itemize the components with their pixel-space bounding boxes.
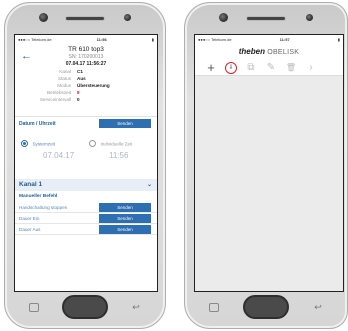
toolbar: + ⇩ ⧉ ✎ 🗑 › [195, 60, 343, 76]
screen: ●●●○○ Telekom.de 11:57 ▮ theben OBELISK … [194, 34, 344, 292]
speaker-grille [246, 16, 286, 21]
camera-icon [39, 13, 48, 22]
radio-system-label: Systemzeit [32, 141, 55, 147]
recent-apps-key[interactable] [209, 303, 219, 312]
screen: ●●●○○ Telekom.de 11:56 ▮ ← TR 610 top3 S… [14, 34, 158, 292]
clock: 11:56 [96, 37, 107, 42]
download-icon: ⇩ [225, 61, 237, 74]
sensor-icon [124, 14, 131, 21]
command-row: Dauer Ein Senden [15, 213, 157, 224]
battery-icon: ▮ [151, 37, 154, 42]
field-key: Status [57, 76, 71, 81]
field-key: Kanal [59, 69, 71, 74]
copy-icon[interactable]: ⧉ [241, 61, 261, 75]
edit-icon[interactable]: ✎ [261, 61, 281, 75]
brand-logo: theben [238, 47, 265, 56]
device-datetime: 07.04.17 11:56:27 [65, 61, 107, 67]
send-button[interactable]: Senden [99, 214, 151, 223]
command-label: Handschaltung stoppen [19, 205, 68, 210]
date-value: 07.04.17 [43, 151, 75, 160]
battery-icon: ▮ [337, 37, 340, 42]
manual-command-title: Manueller Befehl [19, 194, 58, 199]
field-value: C1 [77, 69, 83, 74]
brand-header: theben OBELISK [195, 44, 343, 60]
kanal-title: Kanal 1 [19, 181, 43, 188]
manual-title-row: Manueller Befehl [15, 191, 157, 202]
home-button[interactable] [243, 295, 289, 319]
field-value: Aus [77, 76, 86, 81]
send-button[interactable]: Senden [99, 225, 151, 234]
add-icon[interactable]: + [201, 60, 221, 75]
field-key: Modus [57, 83, 71, 88]
chevron-down-icon: ⌄ [146, 182, 152, 188]
sensor-icon [306, 14, 313, 21]
content-area [195, 76, 343, 291]
field-value: 0 [77, 97, 80, 102]
send-button[interactable]: Senden [99, 119, 151, 128]
date-time-title: Datum / Uhrzeit [19, 121, 56, 127]
field-row: Betriebszeit 8 [35, 90, 135, 95]
status-bar: ●●●○○ Telekom.de 11:57 ▮ [195, 35, 343, 44]
home-button[interactable] [62, 295, 108, 319]
field-row: Serviceintervall 0 [35, 97, 135, 102]
date-time-row: Datum / Uhrzeit Senden [15, 117, 157, 131]
command-label: Dauer Aus [19, 227, 41, 232]
device-serial: SN: 170200013 [68, 54, 104, 60]
clock: 11:57 [279, 37, 290, 42]
kanal-header[interactable]: Kanal 1 ⌄ [15, 179, 157, 191]
send-button[interactable]: Senden [99, 203, 151, 212]
phone-right: ●●●○○ Telekom.de 11:57 ▮ theben OBELISK … [184, 2, 348, 329]
delete-icon[interactable]: 🗑 [281, 61, 301, 75]
radio-custom-label: Individuelle Zeit [100, 141, 133, 147]
field-row: Status Aus [35, 76, 135, 81]
status-bar: ●●●○○ Telekom.de 11:56 ▮ [15, 35, 157, 44]
product-name: OBELISK [267, 49, 300, 56]
carrier-label: ●●●○○ Telekom.de [198, 37, 232, 42]
carrier-label: ●●●○○ Telekom.de [18, 37, 52, 42]
field-key: Serviceintervall [39, 97, 71, 102]
command-row: Handschaltung stoppen Senden [15, 202, 157, 213]
device-title: TR 610 top3 [68, 46, 104, 53]
time-value: 11:56 [109, 151, 129, 160]
command-label: Dauer Ein [19, 216, 40, 221]
speaker-grille [65, 16, 105, 21]
back-key-icon[interactable]: ↩ [313, 303, 323, 312]
time-source-row: Systemzeit Individuelle Zeit [15, 131, 157, 148]
recent-apps-key[interactable] [29, 303, 39, 312]
command-row: Dauer Aus Senden [15, 224, 157, 235]
field-row: Kanal C1 [35, 69, 135, 74]
back-key-icon[interactable]: ↩ [131, 303, 141, 312]
field-value: Übersteuerung [77, 83, 110, 88]
more-icon[interactable]: › [301, 61, 321, 75]
camera-icon [219, 13, 228, 22]
phone-left: ●●●○○ Telekom.de 11:56 ▮ ← TR 610 top3 S… [4, 2, 166, 329]
device-header: ← TR 610 top3 SN: 170200013 07.04.17 11:… [15, 44, 157, 116]
field-value: 8 [77, 90, 80, 95]
field-key: Betriebszeit [46, 90, 71, 95]
download-button[interactable]: ⇩ [221, 61, 241, 75]
date-time-values: 07.04.17 11:56 [15, 147, 157, 165]
field-row: Modus Übersteuerung [35, 83, 135, 88]
